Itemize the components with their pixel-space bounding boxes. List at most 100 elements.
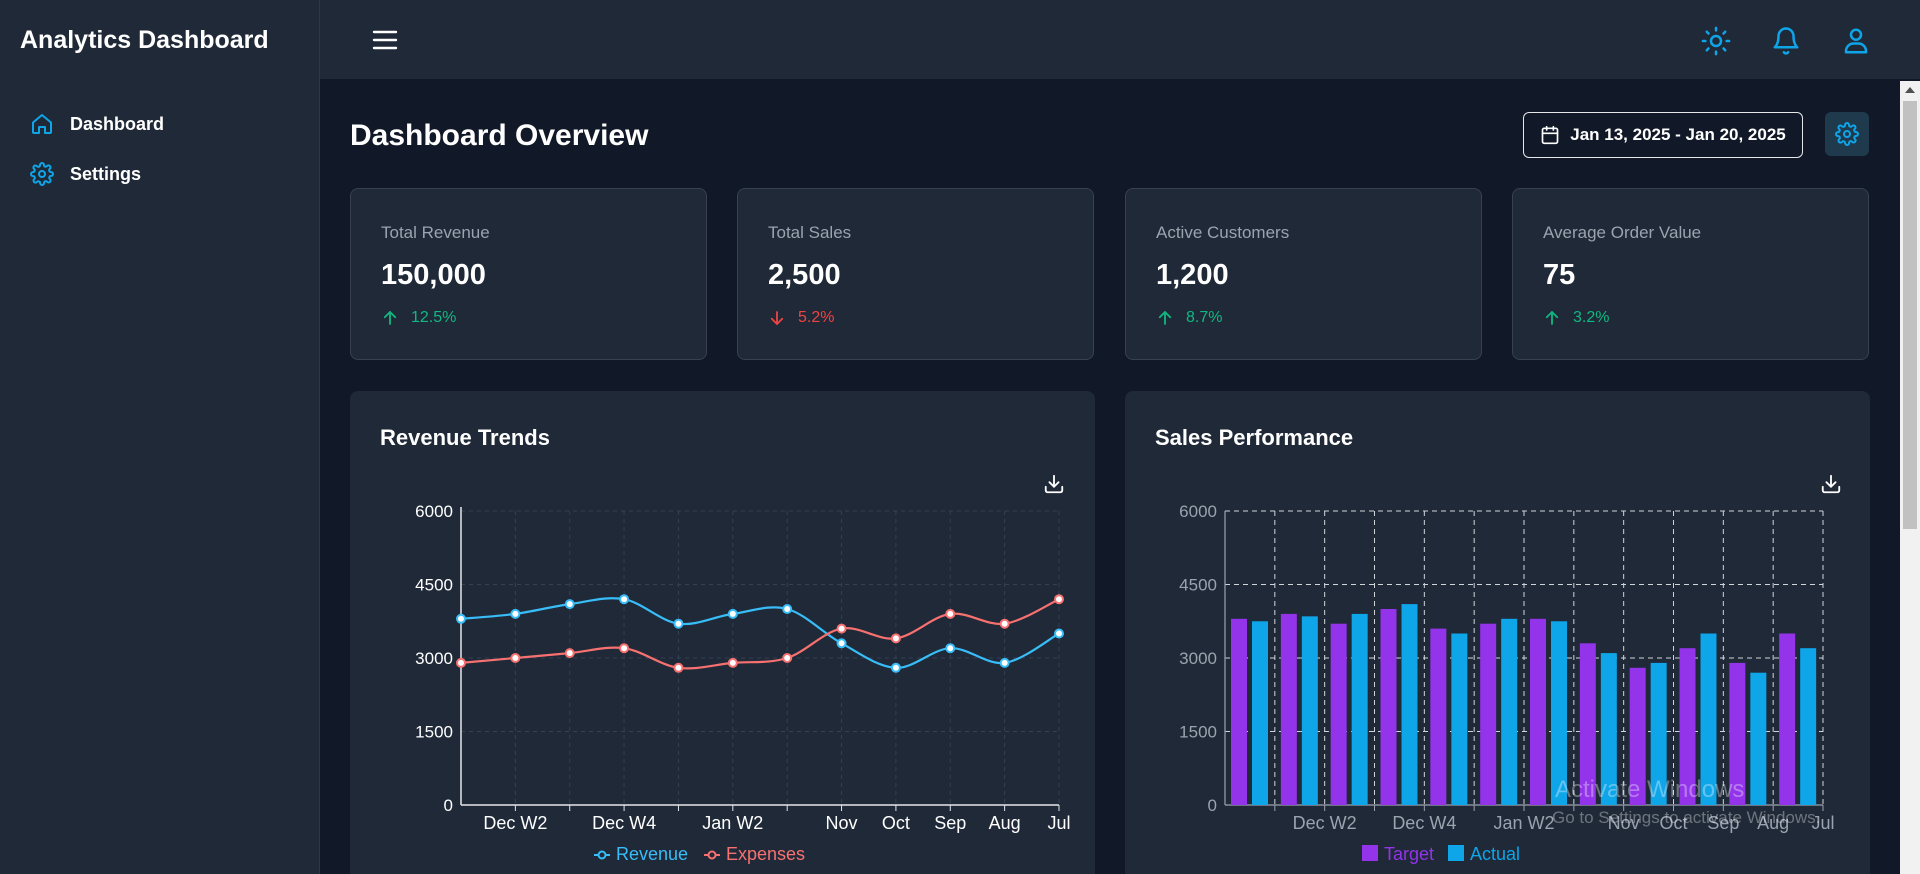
stat-label: Total Sales [768,223,852,242]
stat-card-average-order-value: Average Order Value 75 3.2% [1512,188,1869,360]
data-point [890,662,901,673]
stat-change: 5.2% [768,309,834,327]
legend-swatch [1448,845,1464,861]
stat-change-value: 5.2% [798,309,835,326]
page-title: Dashboard Overview [350,119,649,152]
revenue-line-chart: 0 1500 3000 4500 6000 Dec W2 Dec W4 Jan W2 Nov Oc… [415,502,1070,864]
bar-target [1530,618,1546,805]
bar-target [1430,628,1447,805]
watermark-title: Activate Windows [1555,776,1745,803]
data-point [673,618,684,629]
y-tick-label: 4500 [415,576,453,595]
data-point [619,643,630,654]
page-scrollbar[interactable] [1900,81,1920,874]
main-content: Dashboard Overview Jan 13, 2025 - Jan 20… [320,81,1900,874]
stat-value: 1,200 [1156,259,1229,291]
stat-change: 8.7% [1156,309,1222,327]
scrollbar-thumb[interactable] [1903,101,1917,529]
scroll-up-arrow-icon[interactable] [1905,87,1915,93]
legend-label: Expenses [726,844,805,864]
arrow-up-icon [1543,309,1561,327]
bar-target [1480,623,1497,805]
sidebar: Analytics Dashboard Dashboard Settings [0,0,320,874]
legend-swatch [1362,845,1378,861]
arrow-up-icon [1156,309,1174,327]
series-line-revenue [460,597,1060,669]
bar-target [1380,609,1397,805]
data-point [945,643,956,654]
stat-card-total-sales: Total Sales 2,500 5.2% [737,188,1094,360]
data-point [782,653,793,663]
x-tick-label: Jan W2 [702,813,763,833]
legend-label: Target [1384,844,1434,864]
home-icon [30,112,54,136]
menu-icon[interactable] [372,28,398,52]
y-tick-label: 0 [1208,796,1217,815]
sidebar-item-label: Dashboard [70,113,165,134]
stat-value: 150,000 [381,259,486,291]
data-point [1054,594,1064,605]
stat-change-value: 3.2% [1573,309,1610,326]
stat-change: 12.5% [381,309,456,327]
data-point [564,599,575,610]
data-point [999,657,1010,668]
x-tick-label: Dec W4 [592,813,656,833]
x-tick-label: Nov [826,813,858,833]
bar-target [1280,613,1297,805]
x-tick-label: Dec W4 [1392,813,1456,833]
y-tick-label: 1500 [1179,723,1217,742]
stat-value: 75 [1543,259,1576,291]
bar-actual [1501,618,1518,805]
bar-actual [1451,633,1468,805]
sidebar-item-label: Settings [70,163,142,184]
data-point [945,608,956,619]
data-point [510,608,521,619]
user-icon[interactable] [1841,26,1871,56]
x-tick-label: Sep [934,813,966,833]
legend-label: Revenue [616,844,688,864]
stat-label: Total Revenue [381,223,490,242]
stat-change-value: 12.5% [411,309,457,326]
date-range-picker[interactable]: Jan 13, 2025 - Jan 20, 2025 [1523,112,1803,158]
y-tick-label: 3000 [415,649,453,668]
gear-icon [1835,122,1859,146]
dashboard-settings-button[interactable] [1825,112,1869,156]
bar-actual [1351,613,1368,805]
data-point [510,653,521,663]
y-tick-label: 0 [444,796,453,815]
y-tick-label: 6000 [1179,502,1217,521]
stat-change: 3.2% [1543,309,1609,327]
gear-icon [30,162,54,186]
legend-label: Actual [1470,844,1520,864]
data-point [727,608,738,619]
x-tick-label: Jul [1047,813,1070,833]
data-point [999,618,1010,629]
x-tick-label: Aug [989,813,1021,833]
stat-card-total-revenue: Total Revenue 150,000 12.5% [350,188,707,360]
x-tick-label: Jan W2 [1493,813,1554,833]
data-point [836,638,847,649]
y-tick-label: 1500 [415,723,453,742]
sidebar-item-settings[interactable]: Settings [30,162,141,186]
arrow-up-icon [381,309,399,327]
data-point [564,648,575,659]
data-point [673,662,684,673]
sidebar-item-dashboard[interactable]: Dashboard [30,112,164,136]
sun-icon[interactable] [1701,26,1731,56]
stat-label: Active Customers [1156,223,1290,242]
y-tick-label: 3000 [1179,649,1217,668]
data-point [456,613,466,624]
bar-actual [1252,621,1268,805]
stat-card-active-customers: Active Customers 1,200 8.7% [1125,188,1482,360]
activation-watermark: Activate Windows Go to Settings to activ… [1552,776,1820,828]
data-point [782,604,793,614]
bar-target [1231,618,1247,805]
legend-marker [707,850,717,860]
calendar-icon [1540,125,1560,145]
bar-actual [1401,604,1418,805]
data-point [890,633,901,644]
y-tick-label: 6000 [415,502,453,521]
data-point [619,594,630,605]
bell-icon[interactable] [1771,26,1801,56]
revenue-trends-panel: Revenue Trends 0 1500 3000 4500 6000 Dec W2 De… [350,391,1095,874]
